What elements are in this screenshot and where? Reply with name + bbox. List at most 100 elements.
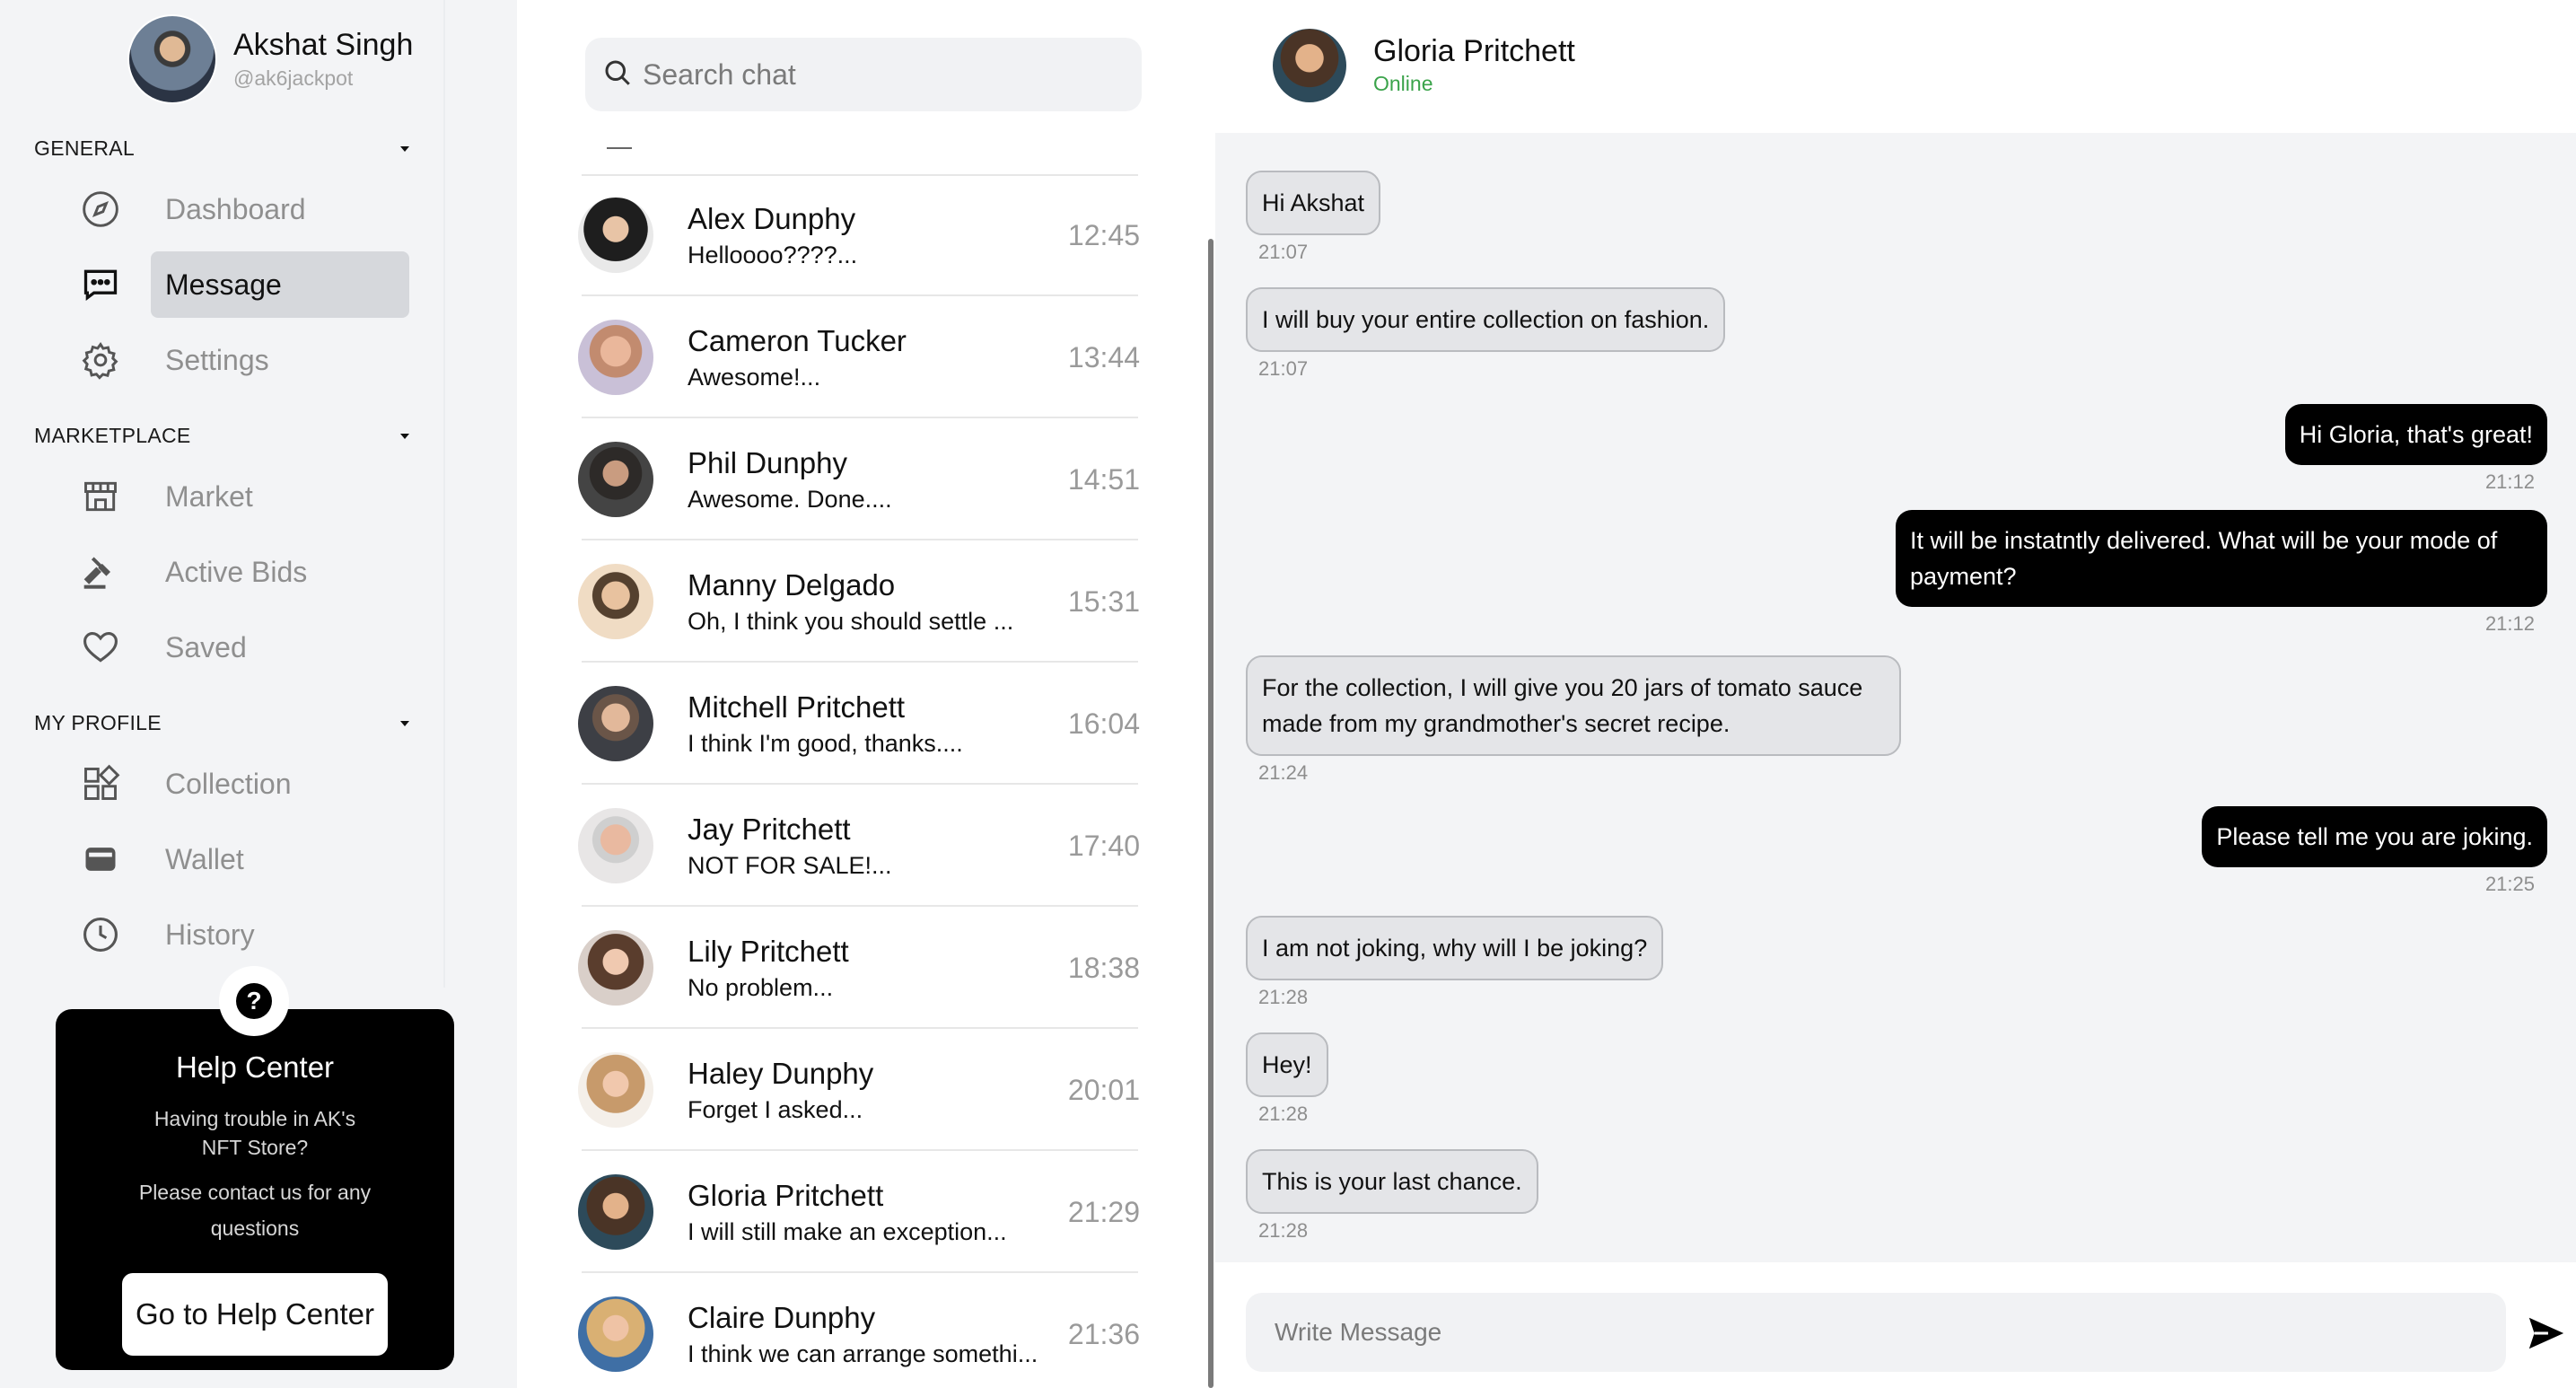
message-incoming: For the collection, I will give you 20 j… — [1246, 655, 1901, 785]
message-incoming: I will buy your entire collection on fas… — [1246, 287, 1726, 381]
conversation-time: 15:31 — [1067, 585, 1140, 618]
section-my-profile-header[interactable]: MY PROFILE — [34, 711, 411, 735]
chat-header: Gloria Pritchett Online — [1215, 0, 2576, 133]
nav-item-saved[interactable]: Saved — [79, 614, 411, 681]
section-my-profile-label: MY PROFILE — [34, 711, 162, 734]
message-incoming: Hi Akshat 21:07 — [1246, 171, 1381, 264]
sidebar-divider — [443, 0, 445, 988]
section-marketplace-header[interactable]: MARKETPLACE — [34, 424, 411, 448]
message-bubble: Hey! — [1246, 1032, 1328, 1097]
conversation-item[interactable]: Gloria Pritchett I will still make an exc… — [578, 1151, 1206, 1273]
message-bubble: This is your last chance. — [1246, 1149, 1538, 1214]
conversation-item[interactable]: Cameron Tucker Awesome!... 13:44 — [578, 296, 1206, 418]
conversation-name: Mitchell Pritchett — [688, 690, 906, 724]
conversation-item[interactable]: Mitchell Pritchett I think I'm good, than… — [578, 663, 1206, 785]
conversation-preview: I think we can arrange somethi... — [688, 1340, 1038, 1367]
message-bubble: I am not joking, why will I be joking? — [1246, 916, 1664, 980]
conversation-preview: No problem... — [688, 973, 834, 1001]
help-text-line: Having trouble in AK's — [153, 1107, 356, 1130]
section-general-header[interactable]: GENERAL — [34, 136, 411, 161]
conversation-preview: Awesome. Done.... — [688, 485, 892, 513]
avatar[interactable] — [127, 14, 217, 104]
avatar — [578, 320, 653, 395]
search-bar[interactable] — [585, 38, 1142, 111]
message-input-wrapper[interactable] — [1246, 1293, 2506, 1372]
user-profile[interactable]: Akshat Singh @ak6jackpot — [127, 14, 413, 104]
search-input[interactable] — [643, 57, 1142, 92]
avatar — [578, 1174, 653, 1250]
conversation-item[interactable]: Claire Dunphy I think we can arrange some… — [578, 1273, 1206, 1388]
conversation-time: 21:36 — [1067, 1318, 1140, 1350]
conversation-item[interactable]: Jay Pritchett NOT FOR SALE!... 17:40 — [578, 785, 1206, 907]
conversation-preview: Forget I asked... — [688, 1095, 863, 1123]
message-time: 21:28 — [1258, 1219, 1309, 1242]
avatar — [578, 198, 653, 273]
nav-item-settings[interactable]: Settings — [79, 327, 411, 393]
nav-item-dashboard[interactable]: Dashboard — [79, 176, 411, 242]
help-text-line: NFT Store? — [201, 1136, 309, 1159]
conversation-name: Phil Dunphy — [688, 445, 847, 479]
help-text-line: Please contact us for any — [138, 1181, 372, 1204]
nav-item-active-bids[interactable]: Active Bids — [79, 539, 411, 605]
chevron-down-icon[interactable] — [399, 143, 411, 155]
nav-label-settings: Settings — [165, 344, 269, 376]
avatar — [578, 930, 653, 1006]
go-to-help-center-button[interactable]: Go to Help Center — [122, 1273, 388, 1356]
conversation-item[interactable]: Lily Pritchett No problem... 18:38 — [578, 907, 1206, 1029]
message-input[interactable] — [1246, 1293, 2506, 1372]
chat-list-panel: Alex Dunphy Helloooo????... 12:45 Cameron… — [517, 0, 1215, 1388]
conversation-item[interactable]: Manny Delgado Oh, I think you should sett… — [578, 540, 1206, 663]
avatar — [578, 564, 653, 639]
message-time: 21:07 — [1258, 241, 1309, 263]
conversation-preview: Oh, I think you should settle ... — [688, 607, 1014, 635]
conversation-name: Cameron Tucker — [688, 323, 907, 357]
conversation-preview: Awesome!... — [688, 363, 821, 391]
conversation-name: Alex Dunphy — [688, 201, 856, 235]
message-bubble: Hi Akshat — [1246, 171, 1381, 235]
conversation-name: Claire Dunphy — [688, 1300, 876, 1334]
conversation-preview: I will still make an exception... — [688, 1217, 1007, 1245]
message-outgoing: Please tell me you are joking. 21:25 — [2202, 806, 2547, 896]
conversation-name: Lily Pritchett — [688, 934, 849, 968]
conversation-item[interactable]: Haley Dunphy Forget I asked... 20:01 — [578, 1029, 1206, 1151]
scrollbar[interactable] — [1208, 239, 1214, 1388]
conversation-item[interactable]: Alex Dunphy Helloooo????... 12:45 — [578, 174, 1206, 296]
conversation-preview: I think I'm good, thanks.... — [688, 729, 963, 757]
chevron-down-icon[interactable] — [399, 430, 411, 443]
message-bubble: Hi Gloria, that's great! — [2284, 404, 2547, 465]
wallet-icon — [79, 838, 122, 881]
message-incoming: I am not joking, why will I be joking? 2… — [1246, 916, 1664, 1009]
message-outgoing: Hi Gloria, that's great! 21:12 — [2284, 404, 2547, 494]
nav-label-dashboard: Dashboard — [165, 193, 306, 225]
send-icon[interactable] — [2526, 1313, 2567, 1354]
nav-item-message[interactable]: Message — [79, 251, 411, 318]
avatar — [578, 1296, 653, 1372]
conversation-name: Gloria Pritchett — [688, 1178, 884, 1212]
message-time: 21:12 — [2484, 470, 2535, 493]
conversation-time: 12:45 — [1067, 219, 1140, 251]
chevron-down-icon[interactable] — [399, 717, 411, 730]
avatar[interactable] — [1273, 29, 1346, 102]
message-bubble: Please tell me you are joking. — [2202, 806, 2547, 867]
message-bubble: It will be instatntly delivered. What wi… — [1896, 510, 2547, 607]
nav-label-collection: Collection — [165, 768, 292, 800]
nav-item-wallet[interactable]: Wallet — [79, 826, 411, 892]
avatar — [578, 808, 653, 883]
section-general-label: GENERAL — [34, 136, 136, 160]
avatar — [578, 1052, 653, 1128]
message-bubble: For the collection, I will give you 20 j… — [1246, 655, 1901, 756]
message-incoming: This is your last chance. 21:28 — [1246, 1149, 1538, 1243]
nav-item-history[interactable]: History — [79, 901, 411, 968]
contact-name: Gloria Pritchett — [1373, 34, 1575, 68]
message-time: 21:28 — [1258, 986, 1309, 1008]
conversation-item[interactable]: Phil Dunphy Awesome. Done.... 14:51 — [578, 418, 1206, 540]
conversation-name: Manny Delgado — [688, 567, 896, 602]
conversation-time: 18:38 — [1067, 952, 1140, 984]
conversation-name: Jay Pritchett — [688, 812, 851, 846]
message-time: 21:28 — [1258, 1102, 1309, 1125]
profile-handle: @ak6jackpot — [233, 66, 354, 90]
nav-label-history: History — [165, 918, 255, 951]
compass-icon — [79, 188, 122, 231]
nav-item-collection[interactable]: Collection — [79, 751, 411, 817]
nav-item-market[interactable]: Market — [79, 463, 411, 530]
